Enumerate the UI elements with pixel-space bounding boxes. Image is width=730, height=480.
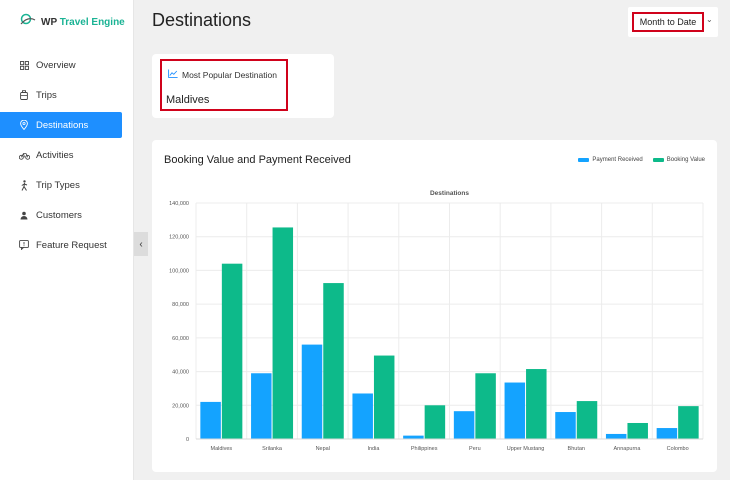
popular-destination-highlight: Most Popular Destination Maldives — [160, 59, 288, 111]
bar-booking-value-maldives — [221, 263, 243, 439]
chevron-left-icon: ‹ — [139, 238, 143, 250]
logo-icon — [20, 13, 36, 32]
y-tick-label: 80,000 — [172, 302, 189, 308]
bar-booking-value-colombo — [678, 406, 699, 439]
bar-booking-value-nepal — [323, 283, 344, 439]
sidebar-item-label: Customers — [36, 209, 82, 221]
location-pin-icon — [18, 119, 30, 131]
bar-payment-received-srilanka — [251, 373, 272, 439]
bar-payment-received-maldives — [200, 401, 221, 439]
bar-booking-value-peru — [475, 373, 496, 439]
sidebar-item-destinations[interactable]: Destinations — [0, 112, 122, 138]
logo-wp: WP — [41, 16, 57, 28]
sidebar-item-customers[interactable]: Customers — [0, 202, 134, 228]
x-tick-label: Upper Mustang — [507, 446, 545, 452]
date-filter-dropdown[interactable]: Month to Date ⌄ — [628, 7, 718, 37]
bar-payment-received-bhutan — [555, 412, 576, 439]
hiker-icon — [18, 179, 30, 191]
x-tick-label: India — [367, 446, 380, 452]
luggage-icon — [18, 89, 30, 101]
app-logo[interactable]: WP Travel Engine — [20, 12, 125, 32]
sidebar-collapse-button[interactable]: ‹ — [134, 232, 148, 256]
bicycle-icon — [18, 149, 30, 161]
sidebar-item-label: Trip Types — [36, 179, 80, 191]
popular-destination-header: Most Popular Destination — [168, 69, 277, 80]
chevron-down-icon[interactable]: ⌄ — [706, 15, 713, 24]
date-filter-selected[interactable]: Month to Date — [632, 12, 704, 32]
booking-chart-card: Booking Value and Payment Received Payme… — [152, 140, 717, 472]
x-tick-label: Peru — [469, 446, 481, 452]
sidebar-item-overview[interactable]: Overview — [0, 52, 134, 78]
bar-booking-value-bhutan — [576, 401, 598, 439]
logo-text: WP Travel Engine — [41, 17, 125, 28]
bar-payment-received-india — [352, 393, 373, 439]
sidebar-item-label: Feature Request — [36, 239, 107, 251]
sidebar-item-label: Activities — [36, 149, 74, 161]
x-tick-label: Nepal — [316, 446, 330, 452]
bar-booking-value-philippines — [424, 405, 446, 439]
x-tick-label: Colombo — [667, 446, 689, 452]
bar-payment-received-annapurna — [605, 433, 627, 439]
bar-payment-received-philippines — [403, 435, 424, 439]
bar-booking-value-annapurna — [627, 422, 648, 439]
y-tick-label: 100,000 — [169, 268, 189, 274]
y-tick-label: 120,000 — [169, 235, 189, 241]
bar-chart: Destinations 0 20,000 40,000 60,000 80,000 100… — [169, 190, 704, 452]
bar-booking-value-india — [373, 355, 395, 439]
x-tick-label: Philippines — [411, 446, 438, 452]
sidebar-item-feature-request[interactable]: Feature Request — [0, 232, 134, 258]
x-tick-label: Maldives — [210, 446, 232, 452]
user-icon — [18, 209, 30, 221]
sidebar-nav: Overview Trips Destinations Activities T… — [0, 52, 134, 262]
bar-payment-received-peru — [453, 411, 475, 439]
y-tick-label: 140,000 — [169, 201, 189, 207]
y-tick-label: 40,000 — [172, 370, 189, 376]
chart-title: Destinations — [430, 190, 469, 197]
bar-payment-received-colombo — [656, 428, 678, 439]
y-tick-label: 20,000 — [172, 403, 189, 409]
grid-icon — [18, 59, 30, 71]
feedback-icon — [18, 239, 30, 251]
bar-payment-received-nepal — [301, 344, 323, 439]
x-tick-label: Bhutan — [568, 446, 585, 452]
popular-destination-card: Most Popular Destination Maldives — [152, 54, 334, 118]
logo-travel-engine: Travel Engine — [59, 16, 125, 28]
sidebar-item-trip-types[interactable]: Trip Types — [0, 172, 134, 198]
trend-chart-icon — [168, 69, 178, 80]
popular-destination-label: Most Popular Destination — [182, 69, 277, 80]
sidebar-item-trips[interactable]: Trips — [0, 82, 134, 108]
x-tick-label: Annapurna — [613, 446, 641, 452]
sidebar-item-label: Overview — [36, 59, 76, 71]
bar-booking-value-srilanka — [272, 227, 294, 439]
bar-payment-received-upper-mustang — [504, 382, 526, 439]
sidebar-item-label: Trips — [36, 89, 57, 101]
sidebar: WP Travel Engine Overview Trips Destinat… — [0, 0, 134, 480]
sidebar-item-activities[interactable]: Activities — [0, 142, 134, 168]
page-title: Destinations — [152, 10, 252, 30]
sidebar-item-label: Destinations — [36, 119, 89, 131]
y-tick-label: 60,000 — [172, 336, 189, 342]
popular-destination-value: Maldives — [166, 94, 210, 106]
x-tick-label: Srilanka — [262, 446, 283, 452]
bar-booking-value-upper-mustang — [526, 369, 547, 439]
y-tick-label: 0 — [186, 437, 189, 443]
